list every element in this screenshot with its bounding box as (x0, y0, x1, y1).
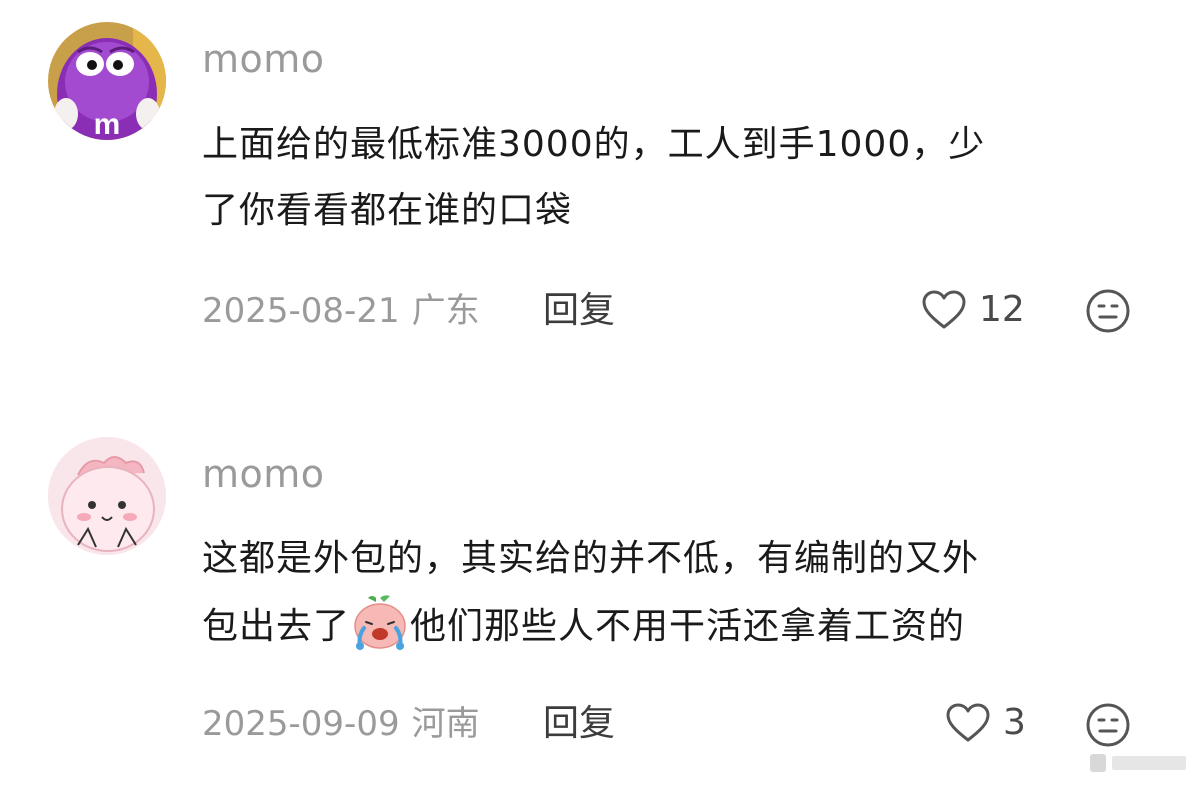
reaction-button[interactable] (1085, 702, 1131, 748)
comment-text-line: 包出去了 他们那些人不用干活还拿着工资的 (202, 592, 1152, 660)
pink-dinosaur-avatar (48, 437, 166, 555)
watermark-logo (1090, 754, 1186, 772)
watermark (1090, 752, 1190, 776)
reply-button[interactable]: 回复 (543, 706, 615, 742)
comment-text-segment: 他们那些人不用干活还拿着工资的 (410, 606, 966, 647)
like-count: 3 (1003, 702, 1026, 743)
comment-meta: 2025-09-09 河南 (202, 707, 480, 741)
comment-date: 2025-09-09 (202, 704, 400, 744)
comment-text-line: 这都是外包的，其实给的并不低，有编制的又外 (202, 538, 980, 579)
neutral-face-icon (1086, 703, 1130, 747)
comment-location: 河南 (411, 704, 480, 744)
heart-icon (946, 703, 990, 742)
comment-text-segment: 包出去了 (202, 606, 351, 647)
crying-peach-emoji (354, 595, 406, 650)
comment-text: 这都是外包的，其实给的并不低，有编制的又外 包出去了 他们那些人不用干活还拿着工… (202, 526, 1152, 660)
comment-item: momo 这都是外包的，其实给的并不低，有编制的又外 包出去了 他们那些人不用干… (0, 0, 1200, 785)
avatar[interactable] (48, 437, 166, 555)
like-button[interactable]: 3 (945, 701, 1026, 745)
username[interactable]: momo (202, 455, 325, 493)
